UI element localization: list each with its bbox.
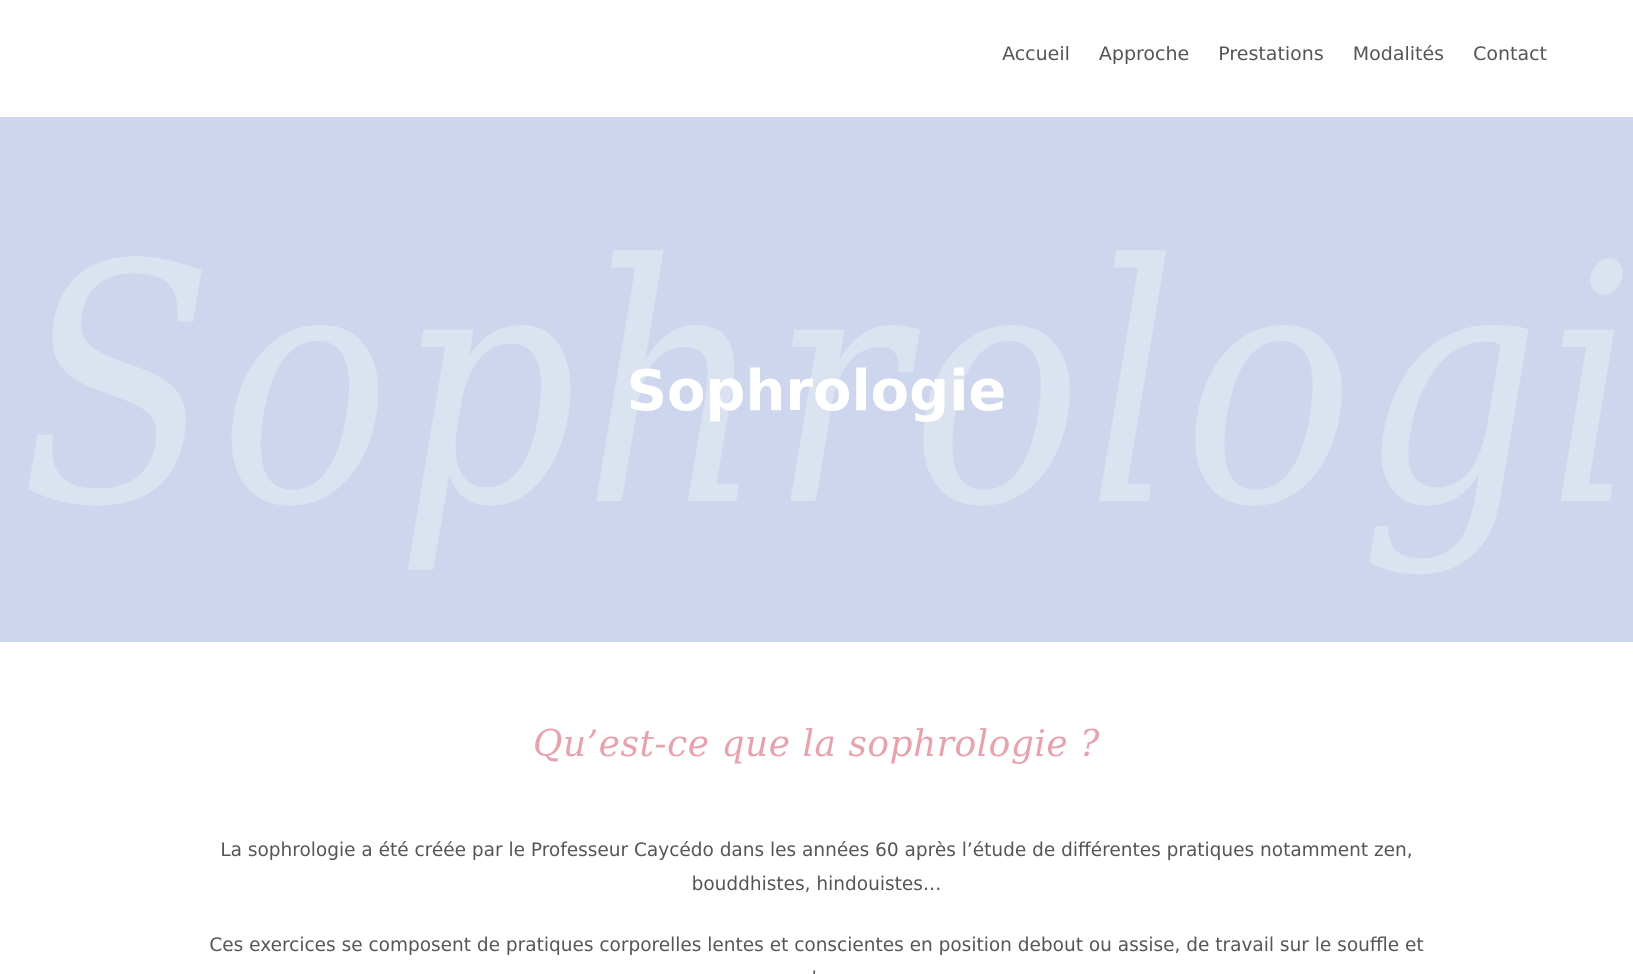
page-title: Sophrologie bbox=[626, 359, 1007, 424]
hero-banner: Sophrologie Sophrologie bbox=[0, 117, 1633, 642]
nav-item-accueil[interactable]: Accueil bbox=[1002, 38, 1070, 70]
section-heading: Qu’est-ce que la sophrologie ? bbox=[533, 724, 1100, 765]
page: Accueil Approche Prestations Modalités C… bbox=[0, 0, 1633, 974]
nav-item-modalites[interactable]: Modalités bbox=[1353, 38, 1444, 70]
site-header: Accueil Approche Prestations Modalités C… bbox=[0, 0, 1633, 117]
main-nav: Accueil Approche Prestations Modalités C… bbox=[1002, 38, 1547, 70]
nav-item-approche[interactable]: Approche bbox=[1099, 38, 1189, 70]
exercises-paragraph: Ces exercices se composent de pratiques … bbox=[209, 935, 1424, 974]
intro-paragraph: La sophrologie a été créée par le Profes… bbox=[220, 840, 1413, 895]
nav-item-prestations[interactable]: Prestations bbox=[1218, 38, 1324, 70]
nav-item-contact[interactable]: Contact bbox=[1473, 38, 1547, 70]
